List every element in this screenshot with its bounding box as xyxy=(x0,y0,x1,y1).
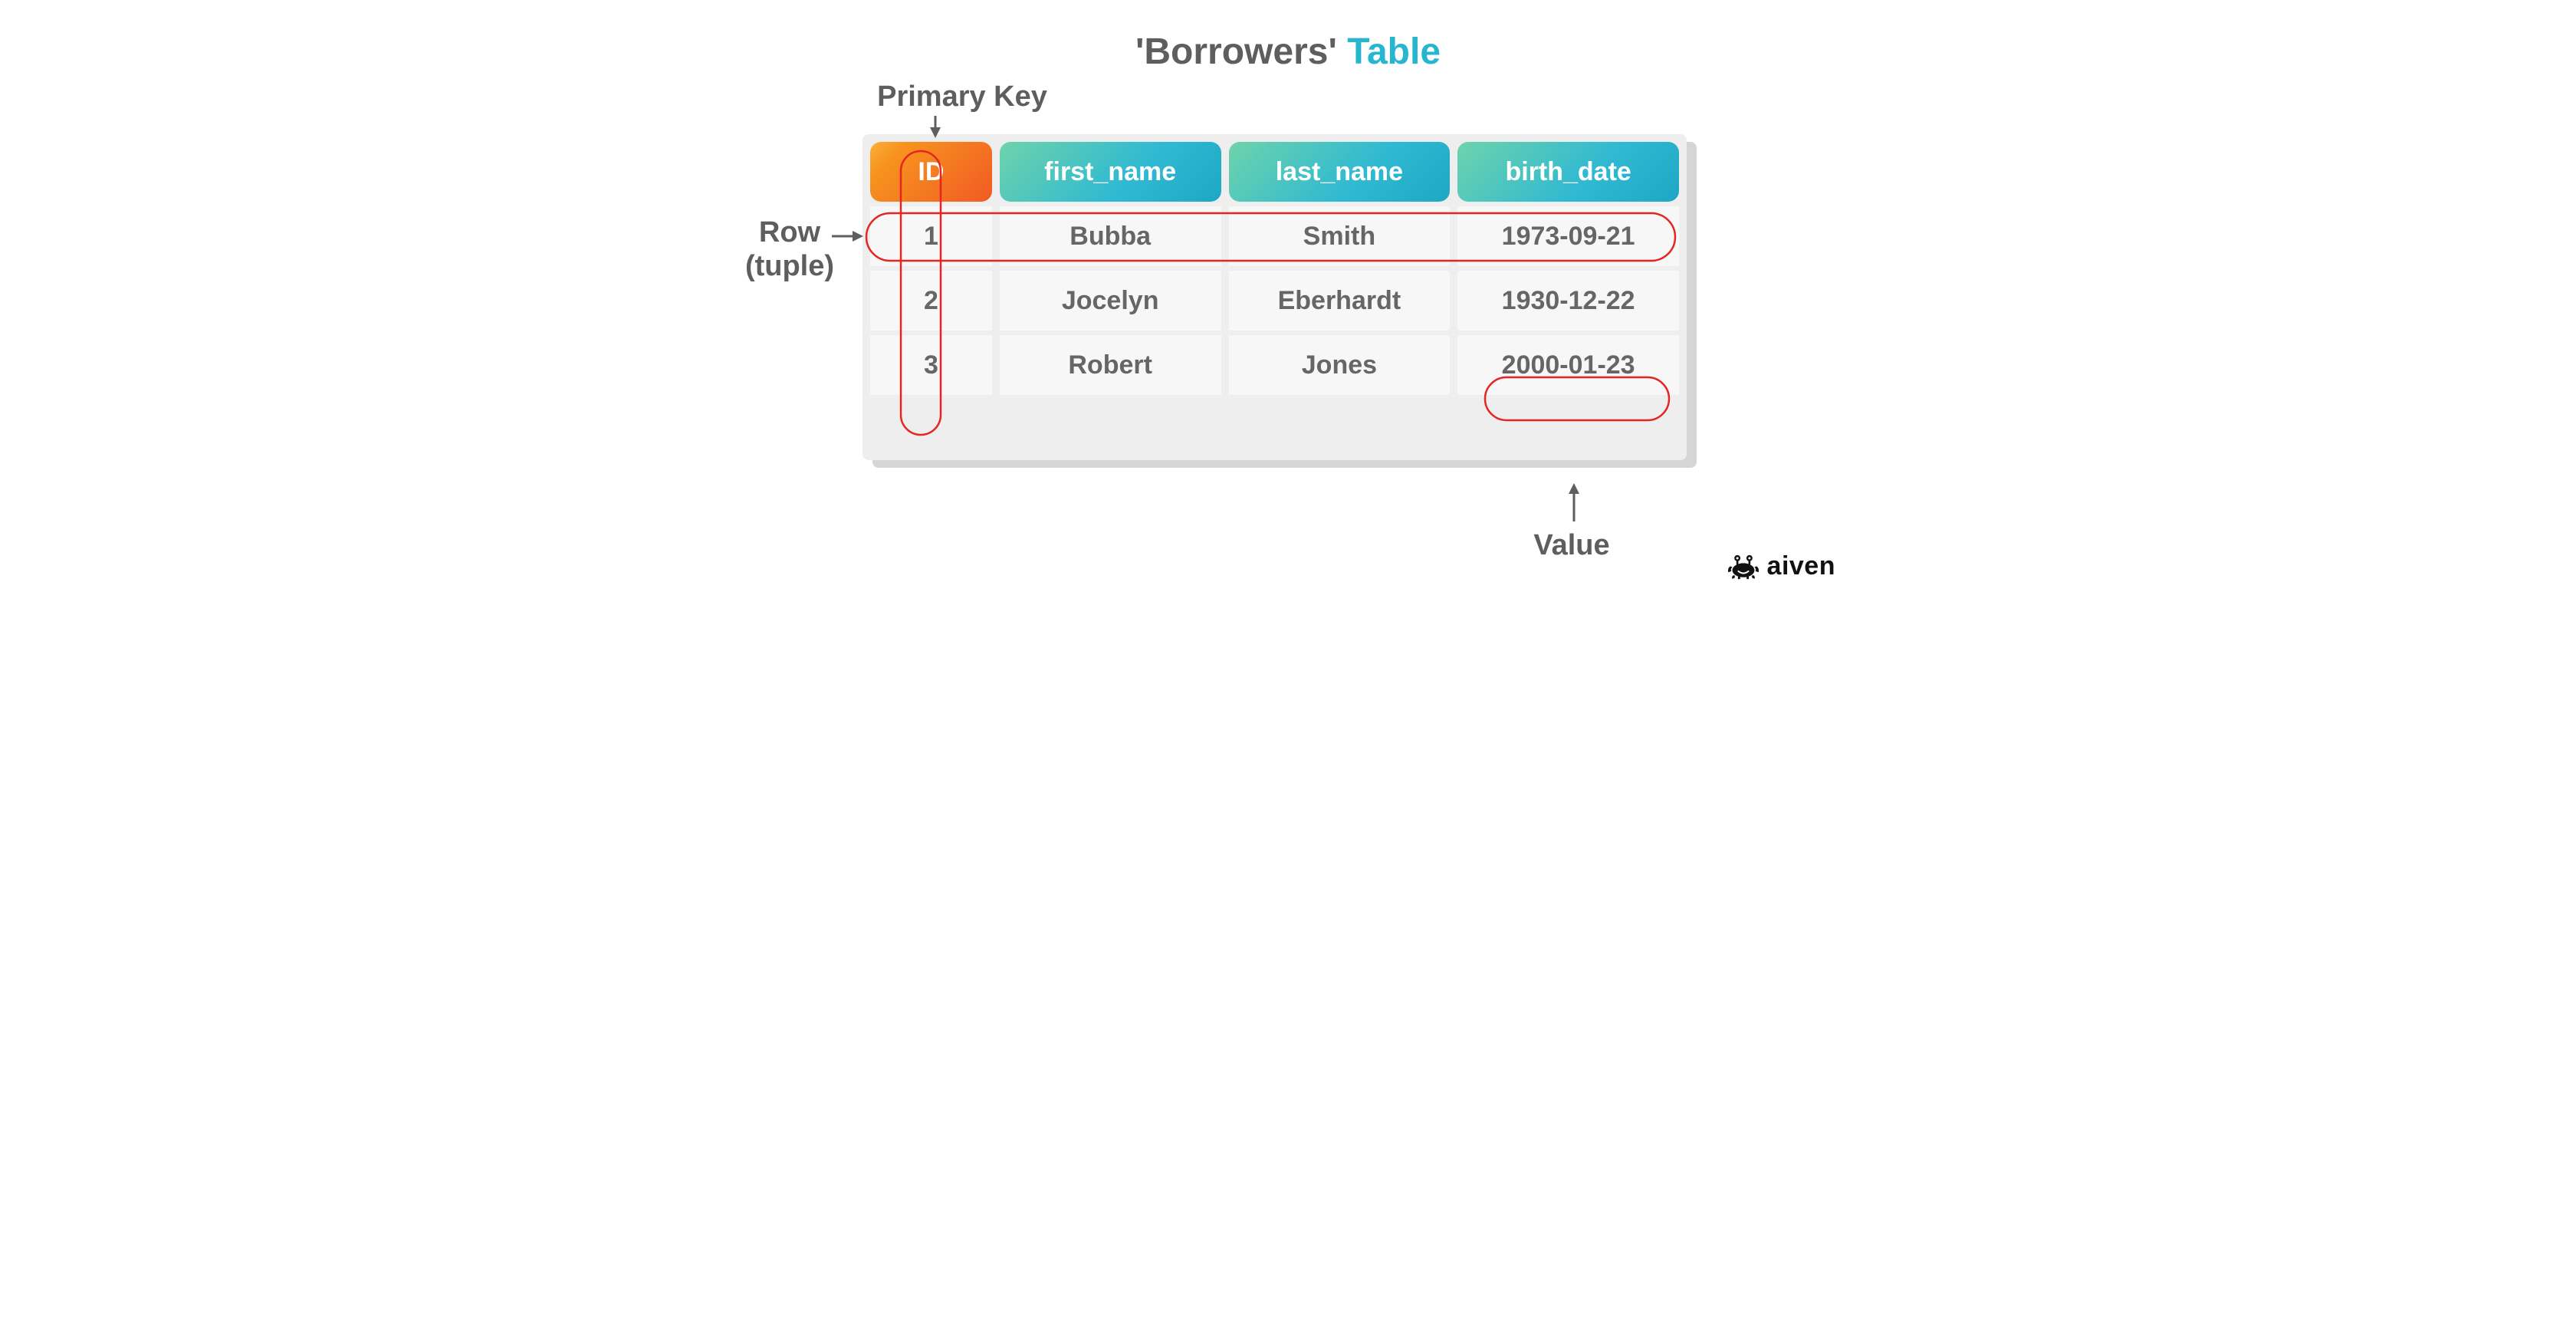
label-value: Value xyxy=(1491,529,1652,563)
cell-birth-date-2: 2000-01-23 xyxy=(1457,335,1679,395)
header-last-name: last_name xyxy=(1229,142,1451,202)
column-birth-date: birth_date 1973-09-21 1930-12-22 2000-01… xyxy=(1457,142,1679,446)
title-quoted: 'Borrowers' xyxy=(1135,31,1337,72)
diagram-canvas: 'Borrowers' Table Primary Key Row (tuple… xyxy=(713,0,1863,598)
title-word: Table xyxy=(1347,31,1441,72)
column-first-name: first_name Bubba Jocelyn Robert xyxy=(1000,142,1221,446)
label-row-line1: Row xyxy=(759,216,820,248)
cell-first-name-2: Robert xyxy=(1000,335,1221,395)
cell-last-name-0: Smith xyxy=(1229,206,1451,266)
column-id: ID 1 2 3 xyxy=(870,142,992,446)
cell-first-name-0: Bubba xyxy=(1000,206,1221,266)
brand-name: aiven xyxy=(1767,551,1835,581)
cell-id-0: 1 xyxy=(870,206,992,266)
column-last-name: last_name Smith Eberhardt Jones xyxy=(1229,142,1451,446)
header-id: ID xyxy=(870,142,992,202)
table-card: ID 1 2 3 first_name Bubba Jocelyn Robert… xyxy=(863,134,1687,460)
diagram-title: 'Borrowers' Table xyxy=(713,31,1863,73)
cell-id-2: 3 xyxy=(870,335,992,395)
arrow-value xyxy=(1569,483,1579,521)
header-birth-date: birth_date xyxy=(1457,142,1679,202)
borrowers-table: ID 1 2 3 first_name Bubba Jocelyn Robert… xyxy=(863,134,1687,460)
cell-birth-date-0: 1973-09-21 xyxy=(1457,206,1679,266)
header-first-name: first_name xyxy=(1000,142,1221,202)
crab-icon xyxy=(1727,554,1760,580)
cell-first-name-1: Jocelyn xyxy=(1000,271,1221,331)
cell-last-name-2: Jones xyxy=(1229,335,1451,395)
cell-id-1: 2 xyxy=(870,271,992,331)
label-row-tuple: Row (tuple) xyxy=(728,216,851,283)
label-primary-key: Primary Key xyxy=(874,81,1050,114)
cell-birth-date-1: 1930-12-22 xyxy=(1457,271,1679,331)
cell-last-name-1: Eberhardt xyxy=(1229,271,1451,331)
brand: aiven xyxy=(1727,551,1835,581)
label-row-line2: (tuple) xyxy=(745,250,834,282)
